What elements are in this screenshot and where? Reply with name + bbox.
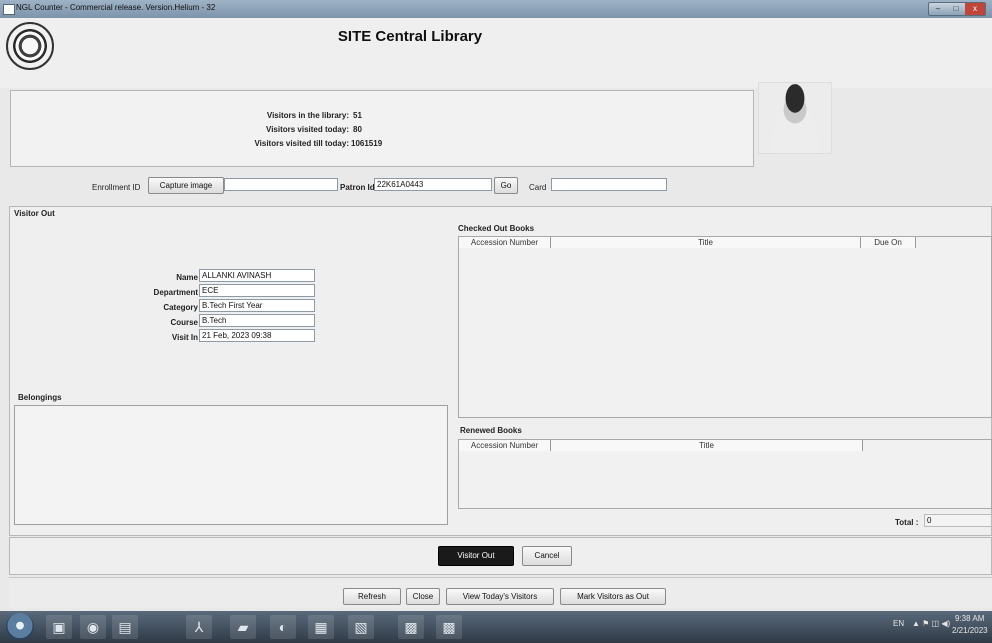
go-button[interactable]: Go (494, 177, 518, 194)
stat-value: 80 (353, 125, 362, 134)
language-indicator[interactable]: EN (893, 619, 904, 628)
close-button[interactable]: Close (406, 588, 440, 605)
card-label: Card (529, 183, 547, 192)
patron-photo (758, 82, 832, 154)
refresh-button[interactable]: Refresh (343, 588, 401, 605)
name-label: Name (176, 273, 198, 282)
name-field[interactable]: ALLANKI AVINASH (199, 269, 315, 282)
document-icon[interactable]: ▤ (112, 615, 138, 639)
visitor-out-section-title: Visitor Out (14, 209, 55, 218)
app-icon (3, 4, 15, 15)
file-explorer-icon[interactable]: ▰ (230, 615, 256, 639)
stat-value: 51 (353, 111, 362, 120)
visit-in-label: Visit In (171, 333, 198, 342)
patron-id-label: Patron Id (340, 183, 375, 192)
department-label: Department (153, 288, 198, 297)
course-label: Course (170, 318, 198, 327)
renewed-books-title: Renewed Books (460, 426, 522, 435)
window-title-bar[interactable]: NGL Counter - Commercial release. Versio… (0, 0, 992, 18)
clock-date[interactable]: 2/21/2023 (952, 626, 988, 635)
patron-id-input[interactable]: 22K61A0443 (374, 178, 492, 191)
cancel-button[interactable]: Cancel (522, 546, 572, 566)
renewed-books-table[interactable]: Accession Number Title (458, 439, 992, 509)
visitor-stats-panel: Visitors in the library: 51 Visitors vis… (10, 90, 754, 167)
stat-row: Visitors in the library: 51 (181, 111, 441, 125)
start-button[interactable] (6, 613, 34, 641)
enrollment-id-input[interactable] (224, 178, 338, 191)
belongings-label: Belongings (18, 393, 62, 402)
category-field[interactable]: B.Tech First Year (199, 299, 315, 312)
maximize-button[interactable]: □ (947, 3, 965, 15)
media-player-icon[interactable]: ◉ (80, 615, 106, 639)
belongings-textarea[interactable] (14, 405, 448, 525)
window-controls: – □ x (928, 2, 986, 16)
checked-out-books-table[interactable]: Accession Number Title Due On (458, 236, 992, 418)
browser-icon[interactable]: ◐ (270, 615, 296, 639)
category-label: Category (163, 303, 198, 312)
view-todays-visitors-button[interactable]: View Today's Visitors (446, 588, 554, 605)
clock-time[interactable]: 9:38 AM (955, 614, 984, 623)
card-input[interactable] (551, 178, 667, 191)
stat-row: Visitors visited till today: 1061519 (181, 139, 441, 153)
course-field[interactable]: B.Tech (199, 314, 315, 327)
stat-label: Visitors in the library: (266, 111, 349, 120)
enrollment-id-label: Enrollment ID (92, 183, 141, 192)
checked-out-books-title: Checked Out Books (458, 224, 535, 233)
column-header[interactable]: Title (551, 440, 863, 451)
stat-value: 1061519 (351, 139, 383, 148)
column-header[interactable]: Accession Number (459, 440, 551, 451)
pdf-reader-icon[interactable]: ⅄ (186, 615, 212, 639)
mark-visitors-as-out-button[interactable]: Mark Visitors as Out (560, 588, 666, 605)
stat-row: Visitors visited today: 80 (181, 125, 441, 139)
minimize-button[interactable]: – (929, 3, 947, 15)
department-field[interactable]: ECE (199, 284, 315, 297)
capture-image-button[interactable]: Capture image (148, 177, 224, 194)
library-title: SITE Central Library (337, 28, 483, 45)
column-header[interactable]: Due On (861, 237, 916, 248)
windows-taskbar: ▣ ◉ ▤ ⅄ ▰ ◐ ▦ ▧ ▩ ▩ EN ▲ ⚑ ◫ ◀) 9:38 AM … (0, 611, 992, 643)
close-window-button[interactable]: x (965, 3, 985, 15)
total-field: 0 (924, 514, 992, 527)
app-library-icon[interactable]: ▩ (398, 615, 424, 639)
total-label: Total : (895, 518, 919, 527)
column-header[interactable]: Accession Number (459, 237, 551, 248)
college-logo (6, 22, 54, 70)
column-header[interactable]: Title (551, 237, 861, 248)
spreadsheet-icon[interactable]: ▦ (308, 615, 334, 639)
window-title: NGL Counter - Commercial release. Versio… (16, 3, 216, 12)
terminal-icon[interactable]: ▣ (46, 615, 72, 639)
stat-label: Visitors visited till today: (254, 139, 349, 148)
visit-in-field[interactable]: 21 Feb, 2023 09:38 (199, 329, 315, 342)
app-window-icon[interactable]: ▧ (348, 615, 374, 639)
stat-label: Visitors visited today: (266, 125, 349, 134)
system-tray-icons[interactable]: ▲ ⚑ ◫ ◀) (912, 619, 950, 628)
app-library-active-icon[interactable]: ▩ (436, 615, 462, 639)
visitor-out-button[interactable]: Visitor Out (438, 546, 514, 566)
